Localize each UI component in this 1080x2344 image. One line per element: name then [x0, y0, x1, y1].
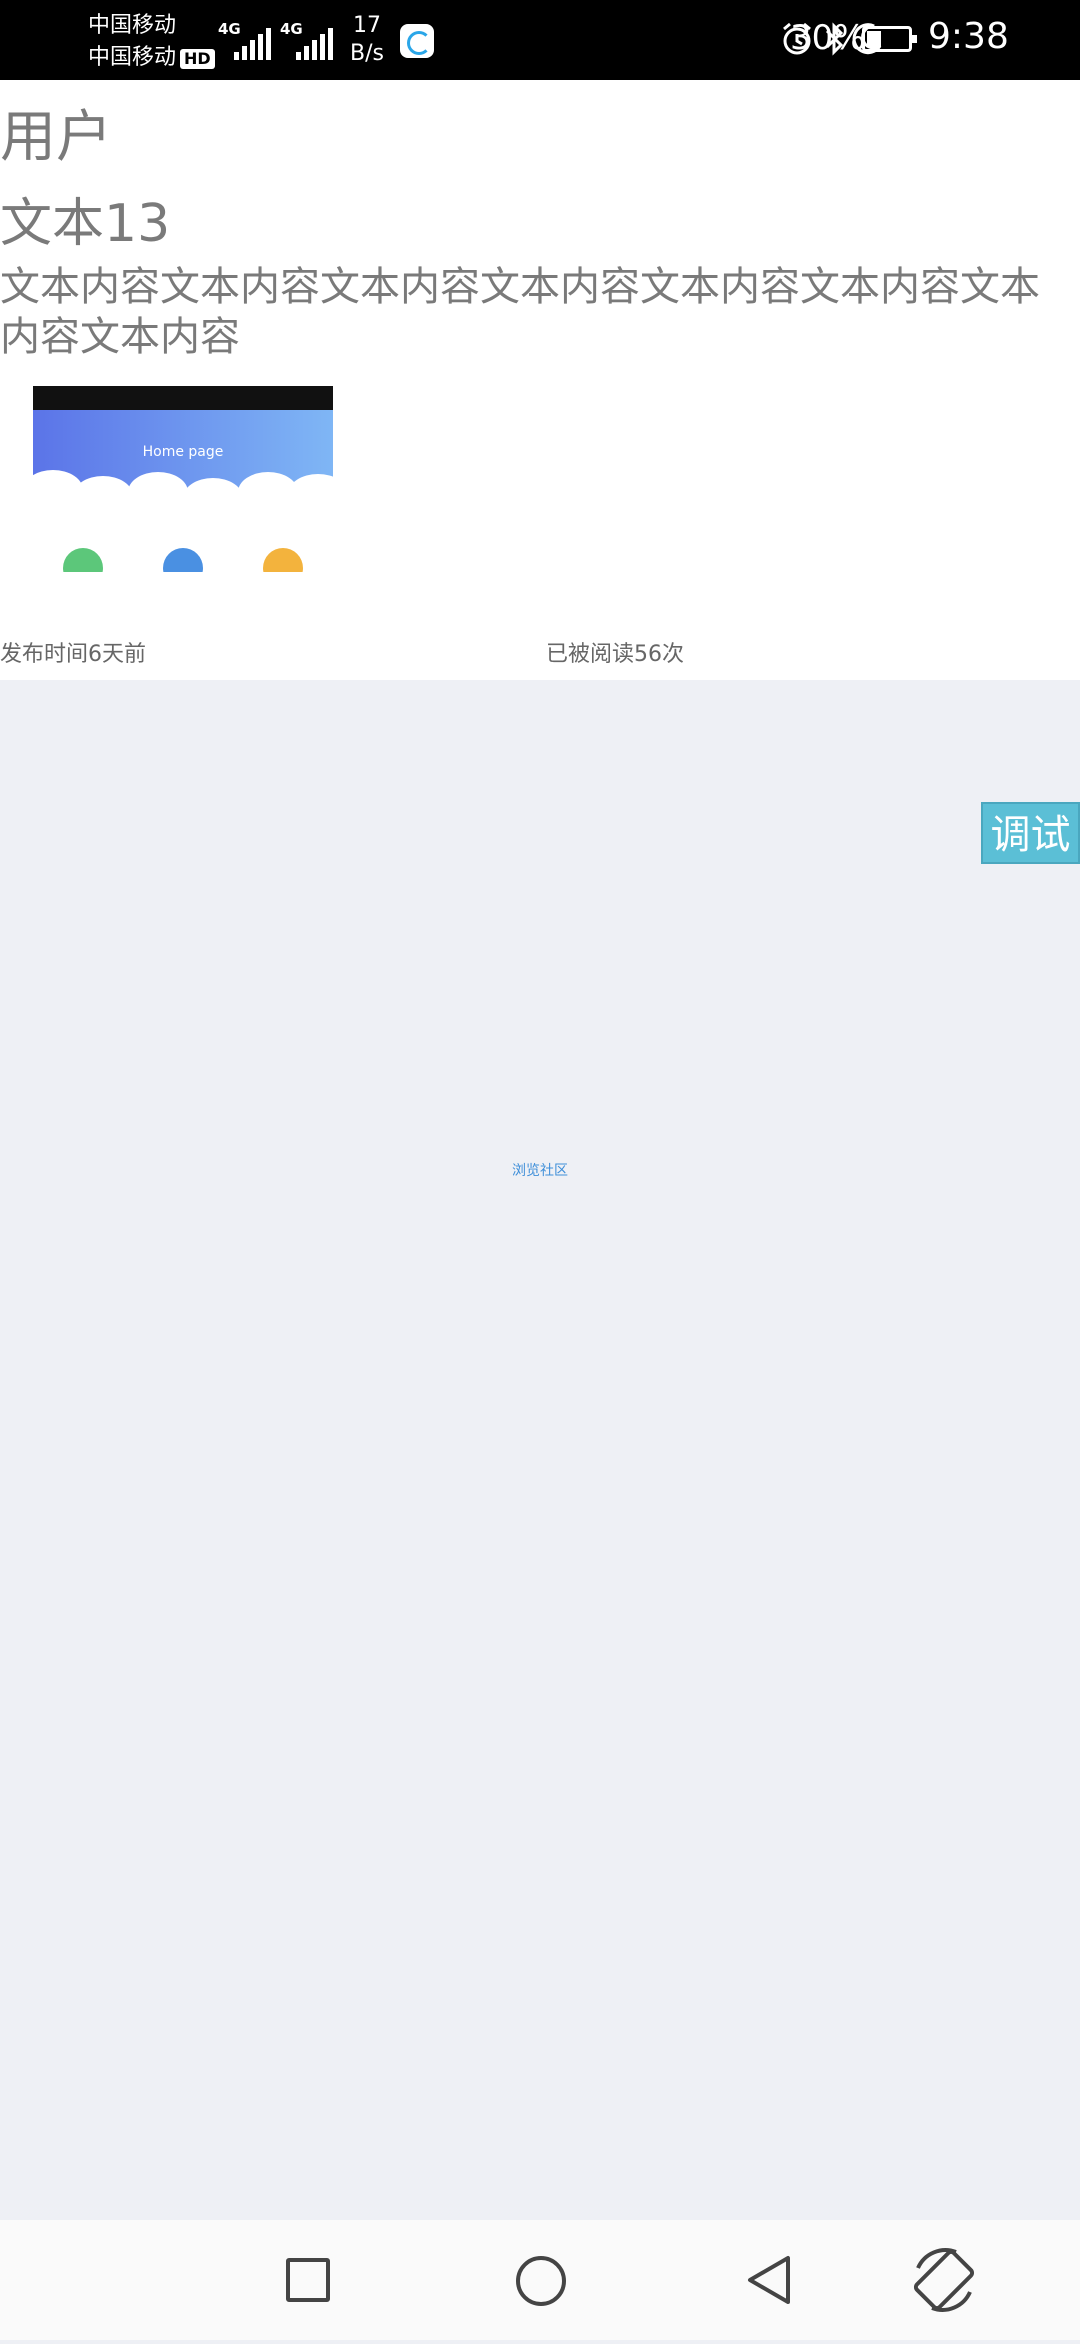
app-notification-icon — [400, 24, 434, 58]
post-read-count: 已被阅读56次 — [546, 642, 684, 667]
post-card[interactable]: 用户 文本13 文本内容文本内容文本内容文本内容文本内容文本内容文本内容文本内容… — [0, 80, 1080, 680]
post-title: 文本13 — [0, 194, 171, 254]
battery-percent: 30% — [790, 18, 866, 58]
post-published-time: 发布时间6天前 — [0, 642, 146, 667]
recent-apps-button[interactable] — [248, 2220, 368, 2340]
battery-icon — [862, 26, 917, 52]
post-thumbnail[interactable]: Home page — [33, 386, 333, 572]
browse-community-link[interactable]: 浏览社区 — [0, 1160, 1080, 1180]
hd-badge: HD — [180, 49, 215, 69]
carrier-info: 中国移动 中国移动 HD — [88, 10, 215, 74]
clock: 9:38 — [928, 16, 1009, 57]
signal-1-icon: 4G — [218, 20, 278, 60]
back-button[interactable] — [710, 2220, 830, 2340]
triangle-back-icon — [748, 2256, 790, 2304]
navigation-bar — [0, 2220, 1080, 2340]
rotate-button[interactable] — [884, 2220, 1004, 2340]
rotate-icon — [913, 2248, 975, 2312]
circle-icon — [516, 2256, 566, 2306]
carrier-1: 中国移动 — [88, 13, 177, 38]
post-content: 文本内容文本内容文本内容文本内容文本内容文本内容文本内容文本内容 — [0, 264, 1040, 360]
net-speed: 17 B/s — [350, 13, 384, 66]
debug-button[interactable]: 调试 — [981, 802, 1080, 864]
home-button[interactable] — [480, 2220, 600, 2340]
post-user: 用户 — [0, 105, 112, 170]
thumb-circle-3 — [263, 548, 303, 572]
signal-2-icon: 4G — [280, 20, 340, 60]
carrier-2: 中国移动 — [88, 45, 177, 70]
square-icon — [286, 2258, 330, 2302]
status-bar: 中国移动 中国移动 HD 4G 4G 17 B/s 30% 9:38 — [0, 0, 1080, 80]
thumb-circle-1 — [63, 548, 103, 572]
thumbnail-page-title: Home page — [142, 444, 224, 460]
thumb-circle-2 — [163, 548, 203, 572]
